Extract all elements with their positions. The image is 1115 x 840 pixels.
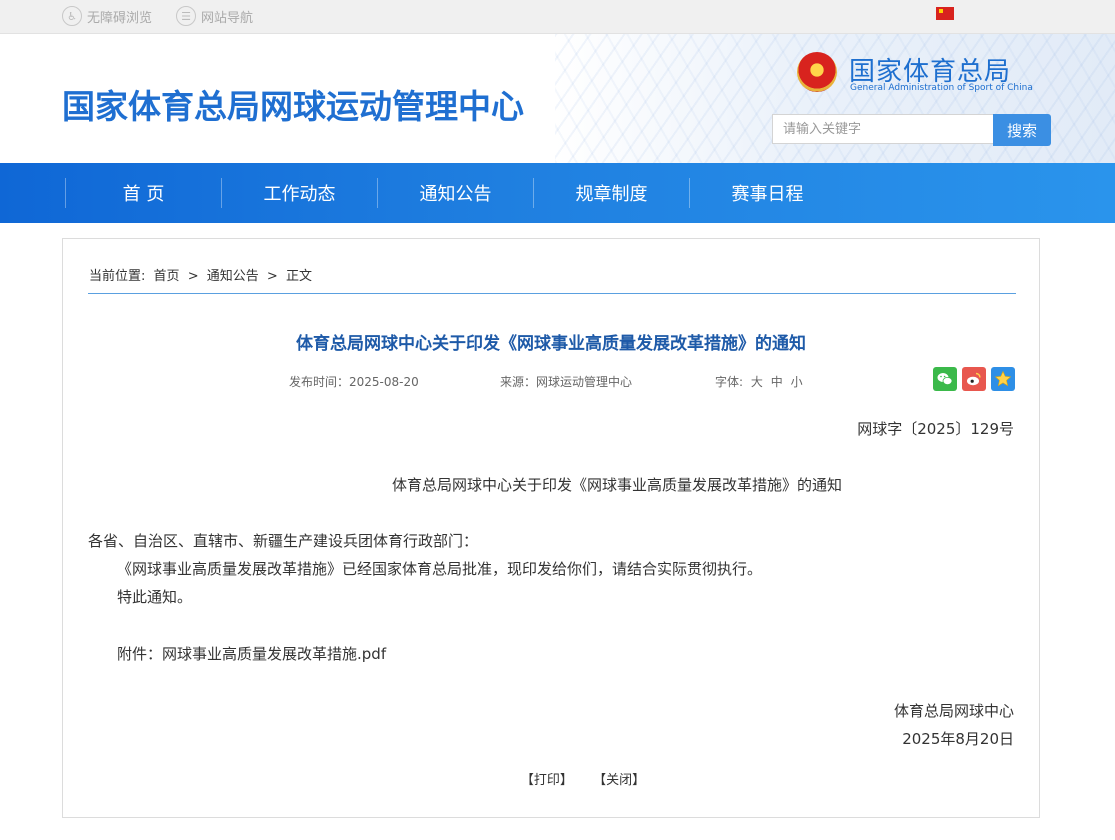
- addressee: 各省、自治区、直辖市、新疆生产建设兵团体育行政部门：: [88, 532, 479, 550]
- body-paragraph: 《网球事业高质量发展改革措施》已经国家体育总局批准，现印发给你们，请结合实际贯彻…: [117, 560, 763, 578]
- signature-org: 体育总局网球中心: [893, 702, 1014, 720]
- breadcrumb: 当前位置: 首页 > 通知公告 > 正文: [89, 265, 316, 284]
- attachment: 附件：网球事业高质量发展改革措施.pdf: [117, 643, 386, 664]
- top-utility-bar: ♿ 无障碍浏览 ☰ 网站导航: [0, 0, 1115, 34]
- signature-date: 2025年8月20日: [902, 730, 1014, 748]
- article-actions: 【打印】 【关闭】: [63, 769, 1103, 788]
- breadcrumb-home[interactable]: 首页: [154, 269, 180, 284]
- main-nav: 首 页 工作动态 通知公告 规章制度 赛事日程: [0, 163, 1115, 223]
- attachment-label: 附件：: [117, 645, 163, 663]
- search-input[interactable]: [772, 114, 994, 144]
- nav-item-schedule[interactable]: 赛事日程: [690, 163, 845, 223]
- article-source: 来源：网球运动管理中心: [500, 375, 633, 389]
- wechat-icon: [937, 373, 953, 385]
- article-container: 当前位置: 首页 > 通知公告 > 正文 体育总局网球中心关于印发《网球事业高质…: [62, 238, 1040, 818]
- breadcrumb-current: 正文: [285, 269, 312, 284]
- nav-item-news[interactable]: 工作动态: [222, 163, 377, 223]
- weibo-icon: [967, 372, 981, 386]
- font-size-control: 字体: 大 中 小: [715, 373, 803, 390]
- breadcrumb-prefix: 当前位置:: [89, 269, 146, 284]
- font-size-label: 字体:: [715, 375, 744, 389]
- article-title: 体育总局网球中心关于印发《网球事业高质量发展改革措施》的通知: [296, 334, 806, 354]
- sitemap-link[interactable]: ☰ 网站导航: [176, 5, 253, 27]
- favorite-button[interactable]: [991, 367, 1015, 391]
- accessibility-label: 无障碍浏览: [87, 10, 153, 26]
- weibo-share-button[interactable]: [962, 367, 986, 391]
- font-size-small[interactable]: 小: [791, 375, 803, 389]
- font-size-medium[interactable]: 中: [771, 375, 783, 389]
- accessibility-icon: ♿: [62, 6, 82, 26]
- wechat-share-button[interactable]: [933, 367, 957, 391]
- font-size-large[interactable]: 大: [751, 375, 763, 389]
- search-button[interactable]: 搜索: [993, 114, 1051, 146]
- nav-item-home[interactable]: 首 页: [66, 163, 221, 223]
- attachment-link[interactable]: 网球事业高质量发展改革措施.pdf: [162, 645, 386, 663]
- body-paragraph: 特此通知。: [117, 588, 193, 606]
- nav-item-notices[interactable]: 通知公告: [378, 163, 533, 223]
- document-number: 网球字〔2025〕129号: [857, 420, 1014, 438]
- print-button[interactable]: 【打印】: [521, 773, 573, 788]
- breadcrumb-divider: [88, 293, 1016, 294]
- flag-icon[interactable]: [936, 7, 954, 20]
- star-icon: [994, 370, 1012, 387]
- site-title: 国家体育总局网球运动管理中心: [62, 87, 524, 126]
- site-header: 国家体育总局网球运动管理中心 国家体育总局 General Administra…: [0, 34, 1115, 163]
- publish-time: 发布时间：2025-08-20: [289, 375, 419, 389]
- breadcrumb-notices[interactable]: 通知公告: [207, 269, 259, 284]
- accessibility-link[interactable]: ♿ 无障碍浏览: [62, 5, 152, 27]
- close-button[interactable]: 【关闭】: [593, 773, 645, 788]
- document-title: 体育总局网球中心关于印发《网球事业高质量发展改革措施》的通知: [391, 476, 842, 494]
- breadcrumb-separator: >: [187, 269, 199, 284]
- sitemap-label: 网站导航: [201, 10, 254, 26]
- national-emblem-icon: [797, 52, 837, 92]
- sitemap-icon: ☰: [176, 6, 196, 26]
- nav-item-regulations[interactable]: 规章制度: [534, 163, 689, 223]
- agency-name-en: General Administration of Sport of China: [850, 83, 1033, 93]
- breadcrumb-separator: >: [266, 269, 278, 284]
